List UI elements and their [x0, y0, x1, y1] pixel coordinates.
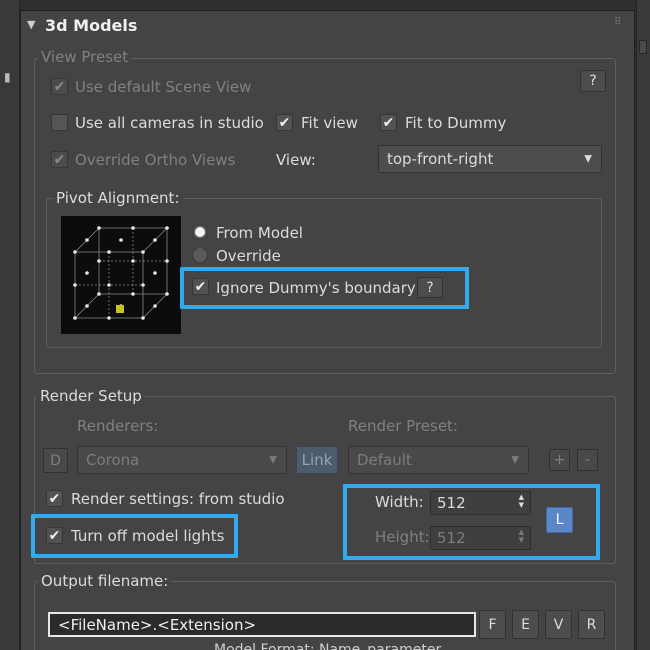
width-spinner[interactable]: 512 ▲ ▼ — [430, 491, 531, 515]
height-value: 512 — [437, 529, 466, 547]
render-preset-dropdown[interactable]: Default ▼ — [348, 446, 529, 474]
fit-view-checkbox[interactable]: ✔ — [276, 114, 293, 131]
view-dropdown-value: top-front-right — [387, 150, 494, 168]
render-settings-checkbox[interactable]: ✔ — [46, 490, 63, 507]
chevron-down-icon: ▼ — [584, 153, 592, 165]
pivot-alignment-label: Pivot Alignment: — [53, 189, 183, 207]
viewport-edge-mark: ▮ — [4, 70, 11, 84]
use-all-cameras-checkbox[interactable] — [51, 114, 68, 131]
output-e-button[interactable]: E — [512, 610, 539, 639]
link-button[interactable]: Link — [296, 446, 338, 474]
renderers-label: Renderers: — [77, 417, 159, 435]
turn-off-lights-checkbox[interactable]: ✔ — [46, 527, 63, 544]
left-viewport-strip — [0, 0, 20, 650]
rollout-title[interactable]: 3d Models — [45, 16, 137, 35]
output-filename-label: Output filename: — [38, 572, 172, 590]
fit-to-dummy-label: Fit to Dummy — [405, 114, 507, 132]
from-model-label: From Model — [216, 224, 303, 242]
pivot-cube-icon — [73, 226, 169, 320]
use-default-scene-view-label: Use default Scene View — [75, 78, 252, 96]
triangle-down-icon[interactable]: ▼ — [27, 18, 35, 31]
ignore-dummy-checkbox[interactable]: ✔ — [192, 278, 209, 295]
view-preset-help-button[interactable]: ? — [580, 70, 606, 92]
renderer-dropdown-value: Corona — [86, 451, 140, 469]
override-ortho-checkbox[interactable]: ✔ — [51, 151, 68, 168]
render-setup-label: Render Setup — [37, 387, 145, 405]
output-format-hint: Model Format: Name_parameter — [214, 642, 442, 650]
render-settings-label: Render settings: from studio — [71, 490, 285, 508]
output-filename-input[interactable]: <FileName>.<Extension> — [48, 612, 476, 637]
lock-aspect-button[interactable]: L — [546, 507, 573, 533]
width-value: 512 — [437, 494, 466, 512]
output-v-button[interactable]: V — [545, 610, 572, 639]
panel-scrollbar[interactable] — [636, 0, 650, 650]
minus-button[interactable]: - — [577, 449, 598, 471]
height-spinner[interactable]: 512 ▲ ▼ — [430, 526, 531, 550]
spinner-arrows-icon[interactable]: ▲ ▼ — [519, 528, 524, 544]
chevron-down-icon: ▼ — [511, 454, 519, 466]
grip-dots-icon[interactable]: ⠿ — [614, 18, 626, 32]
chevron-down-icon: ▼ — [269, 454, 277, 466]
ignore-dummy-help-button[interactable]: ? — [417, 277, 443, 298]
turn-off-lights-label: Turn off model lights — [71, 527, 225, 545]
height-label: Height: — [375, 528, 430, 546]
render-preset-dropdown-value: Default — [357, 451, 412, 469]
override-radio[interactable] — [192, 247, 208, 263]
use-default-scene-view-checkbox[interactable]: ✔ — [51, 78, 68, 95]
render-preset-label: Render Preset: — [348, 417, 458, 435]
override-label: Override — [216, 247, 281, 265]
d-button[interactable]: D — [43, 448, 68, 473]
view-label: View: — [276, 151, 316, 169]
output-f-button[interactable]: F — [479, 610, 506, 639]
view-dropdown[interactable]: top-front-right ▼ — [378, 145, 602, 173]
from-model-radio[interactable] — [192, 224, 208, 240]
renderer-dropdown[interactable]: Corona ▼ — [77, 446, 287, 474]
view-preset-label: View Preset — [38, 48, 132, 66]
scrollbar-thumb[interactable] — [639, 40, 647, 54]
ignore-dummy-label: Ignore Dummy's boundary — [216, 279, 416, 297]
use-all-cameras-label: Use all cameras in studio — [75, 114, 264, 132]
width-label: Width: — [375, 493, 424, 511]
override-ortho-label: Override Ortho Views — [75, 151, 236, 169]
fit-view-label: Fit view — [301, 114, 358, 132]
plus-button[interactable]: + — [549, 449, 570, 471]
fit-to-dummy-checkbox[interactable]: ✔ — [380, 114, 397, 131]
spinner-arrows-icon[interactable]: ▲ ▼ — [519, 493, 524, 509]
pivot-cube-preview — [61, 216, 181, 334]
output-r-button[interactable]: R — [578, 610, 605, 639]
